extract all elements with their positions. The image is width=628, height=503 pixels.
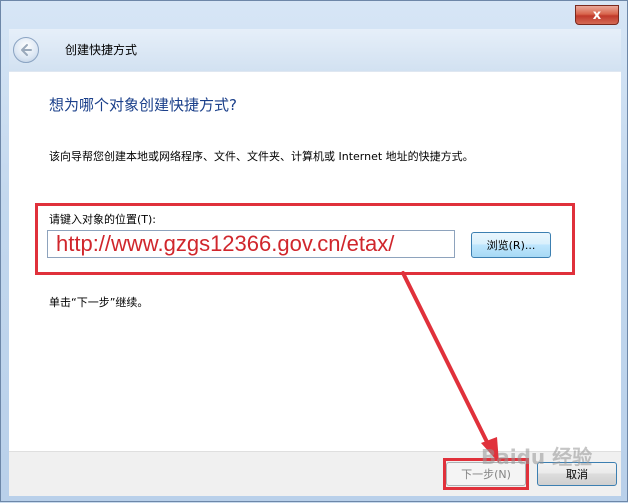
wizard-footer: 下一步(N) 取消 <box>9 451 621 496</box>
wizard-description: 该向导帮您创建本地或网络程序、文件、文件夹、计算机或 Internet 地址的快… <box>49 150 474 163</box>
close-icon: x <box>592 7 602 23</box>
location-input[interactable]: http://www.gzgs12366.gov.cn/etax/ <box>47 230 455 258</box>
location-label: 请键入对象的位置(T): <box>49 213 157 226</box>
wizard-body: 想为哪个对象创建快捷方式? 该向导帮您创建本地或网络程序、文件、文件夹、计算机或… <box>9 71 621 452</box>
close-button[interactable]: x <box>575 5 619 25</box>
window-title: 创建快捷方式 <box>65 43 138 57</box>
back-button[interactable] <box>13 37 39 63</box>
dialog-window: x 创建快捷方式 想为哪个对象创建快捷方式? 该向导帮您创建本地或网络程序、文件… <box>0 0 628 502</box>
hint-text: 单击“下一步”继续。 <box>49 296 149 309</box>
page-heading: 想为哪个对象创建快捷方式? <box>49 96 237 114</box>
browse-button[interactable]: 浏览(R)... <box>471 232 551 258</box>
back-arrow-icon <box>21 44 32 56</box>
cancel-button[interactable]: 取消 <box>537 462 617 486</box>
wizard-header: 创建快捷方式 <box>9 29 621 71</box>
next-highlight-box <box>443 458 529 490</box>
